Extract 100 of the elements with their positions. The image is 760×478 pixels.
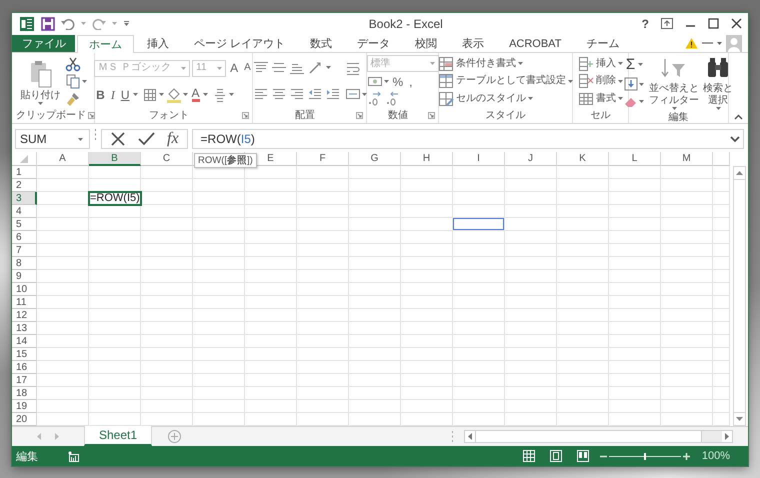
grid-cell[interactable] (141, 335, 193, 348)
grid-cell[interactable] (89, 257, 141, 270)
grid-cell[interactable] (141, 231, 193, 244)
grid-cell[interactable] (661, 322, 713, 336)
grid-cell[interactable] (297, 270, 349, 284)
grid-cell[interactable] (349, 166, 401, 180)
grid-cell[interactable] (453, 205, 505, 218)
row-header[interactable]: 1 (12, 166, 37, 180)
grid-cell[interactable] (297, 309, 349, 322)
grid-cell[interactable] (245, 348, 297, 362)
row-header[interactable]: 13 (12, 322, 37, 336)
grid-cell[interactable] (245, 400, 297, 414)
grid-cell[interactable] (245, 322, 297, 336)
grid-cell[interactable] (37, 257, 89, 270)
grid-cell[interactable] (505, 374, 557, 388)
comma-button[interactable]: , (407, 74, 415, 90)
column-header[interactable]: A (37, 152, 89, 166)
grid-cell[interactable] (297, 296, 349, 310)
column-header[interactable]: H (401, 152, 453, 166)
column-header[interactable]: J (505, 152, 557, 166)
grid-cell[interactable] (297, 348, 349, 362)
grid-cell[interactable] (713, 348, 730, 362)
ribbon-tab[interactable]: 挿入 (135, 34, 181, 52)
row-header[interactable]: 7 (12, 244, 37, 258)
grid-cell[interactable] (37, 270, 89, 284)
grid-cell[interactable] (297, 244, 349, 258)
grid-cell[interactable] (349, 244, 401, 258)
page-break-icon[interactable] (576, 449, 590, 464)
grid-cell[interactable] (505, 361, 557, 374)
cancel-icon[interactable] (110, 131, 126, 148)
grid-cell[interactable] (37, 231, 89, 244)
grid-cell[interactable] (557, 322, 609, 336)
grid-cell[interactable] (401, 218, 453, 232)
grid-cell[interactable] (609, 257, 661, 270)
grid-cell[interactable] (661, 231, 713, 244)
grid-cell[interactable] (349, 322, 401, 336)
grid-cell[interactable] (401, 348, 453, 362)
grid-cell[interactable] (245, 179, 297, 192)
row-header[interactable]: 9 (12, 270, 37, 284)
grid-cell[interactable] (245, 283, 297, 296)
grid-cell[interactable] (557, 348, 609, 362)
grid-cell[interactable] (89, 205, 141, 218)
grid-cell[interactable] (453, 192, 505, 206)
grid-cell[interactable] (193, 231, 245, 244)
grid-cell[interactable] (37, 244, 89, 258)
grid-cell[interactable] (349, 361, 401, 374)
ribbon-tab[interactable]: チーム (574, 34, 632, 52)
formula-field[interactable]: =ROW(I5) (192, 128, 744, 150)
grid-cell[interactable] (505, 335, 557, 348)
grid-cell[interactable] (453, 387, 505, 400)
launcher-icon[interactable] (428, 112, 435, 119)
grid-cell[interactable] (245, 244, 297, 258)
zoom-in-icon[interactable] (682, 452, 690, 460)
fill-color-button[interactable] (166, 86, 188, 103)
grid-cell[interactable] (453, 335, 505, 348)
grid-cell[interactable] (505, 309, 557, 322)
grid-cell[interactable] (713, 335, 730, 348)
grid-cell[interactable] (609, 205, 661, 218)
grid-cell[interactable] (297, 361, 349, 374)
grid-cell[interactable] (141, 374, 193, 388)
grid-cell[interactable] (245, 192, 297, 206)
grid-cell[interactable] (713, 283, 730, 296)
grid-cell[interactable] (193, 361, 245, 374)
grid-cell[interactable] (297, 283, 349, 296)
grid-cell[interactable] (245, 270, 297, 284)
redo-icon[interactable] (92, 18, 106, 30)
column-header[interactable] (713, 152, 730, 166)
grid-cell[interactable] (297, 231, 349, 244)
grid-cell[interactable] (297, 374, 349, 388)
grid-cell[interactable] (557, 387, 609, 400)
conditional-format-button[interactable]: 条件付き書式 (438, 56, 523, 72)
grid-cell[interactable] (193, 322, 245, 336)
expand-formula-icon[interactable] (730, 136, 740, 143)
grid-cell[interactable] (557, 166, 609, 180)
grid-cell[interactable] (37, 309, 89, 322)
grid-cell[interactable] (713, 257, 730, 270)
grid-cell[interactable] (609, 374, 661, 388)
grid-cell[interactable] (141, 348, 193, 362)
grid-cell[interactable] (401, 400, 453, 414)
collapse-ribbon-icon[interactable] (734, 114, 743, 120)
grid-cell[interactable] (453, 361, 505, 374)
grid-cell[interactable] (505, 387, 557, 400)
align-bottom-button[interactable] (288, 62, 304, 74)
grid-cell[interactable] (557, 205, 609, 218)
grid-cell[interactable] (193, 205, 245, 218)
name-box[interactable]: SUM (15, 128, 90, 150)
grid-cell[interactable] (89, 322, 141, 336)
launcher-icon[interactable] (242, 112, 249, 119)
grid-cell[interactable] (609, 192, 661, 206)
grid-cell[interactable] (557, 231, 609, 244)
grid-cell[interactable] (89, 335, 141, 348)
row-header[interactable]: 20 (12, 413, 37, 426)
grid-cell[interactable] (505, 348, 557, 362)
ribbon-tab[interactable]: ホーム (77, 34, 134, 53)
row-header[interactable]: 19 (12, 400, 37, 414)
format-painter-button[interactable] (64, 90, 80, 107)
grid-cell[interactable] (349, 192, 401, 206)
row-header[interactable]: 6 (12, 231, 37, 244)
grid-cell[interactable] (401, 244, 453, 258)
grid-cell[interactable] (505, 270, 557, 284)
